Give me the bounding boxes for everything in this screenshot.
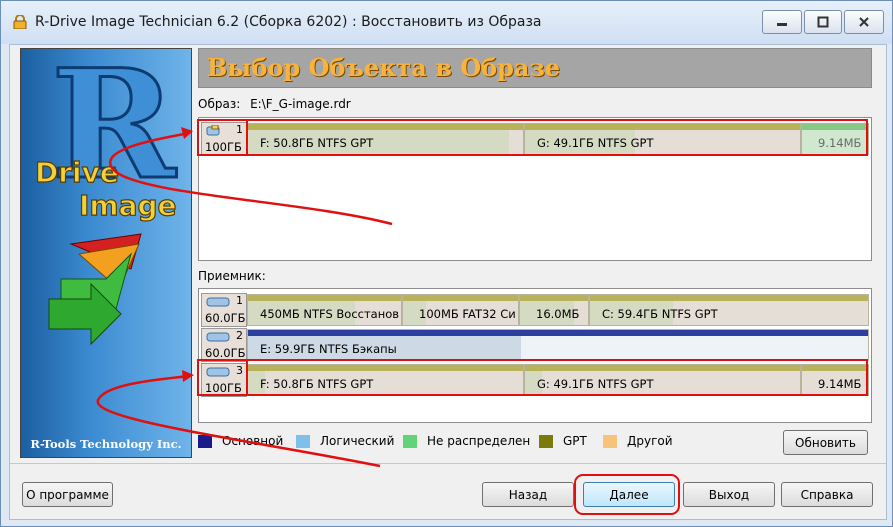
- restore-button[interactable]: [804, 10, 842, 34]
- step-title: Выбор Объекта в Образе: [207, 53, 561, 82]
- target-partition-msr[interactable]: 16.0МБ: [519, 294, 589, 326]
- image-disk-1[interactable]: 1 100ГБ: [201, 122, 247, 156]
- wizard-body: R Drive Image R-Tools Technology Inc. Вы…: [9, 44, 887, 520]
- target-partition-small[interactable]: 9.14МБ Н: [801, 364, 869, 396]
- target-partition-c[interactable]: C: 59.4ГБ NTFS GPT: [589, 294, 869, 326]
- target-disk-1[interactable]: 1 60.0ГБ: [201, 293, 247, 327]
- next-button[interactable]: Далее: [583, 482, 675, 507]
- svg-text:Drive: Drive: [35, 156, 119, 189]
- target-disk-3[interactable]: 3 100ГБ: [201, 363, 247, 397]
- legend-other: Другой: [603, 434, 673, 448]
- target-partition-recovery[interactable]: 450МБ NTFS Восстанов: [247, 294, 402, 326]
- image-label-row: Образ: E:\F_G-image.rdr: [198, 97, 351, 111]
- target-partition-efi[interactable]: 100МБ FAT32 Си: [402, 294, 519, 326]
- minimize-button[interactable]: [762, 10, 802, 34]
- help-button[interactable]: Справка: [781, 482, 873, 507]
- target-disk-2[interactable]: 2 60.0ГБ: [201, 328, 247, 362]
- image-path: E:\F_G-image.rdr: [250, 97, 351, 111]
- image-partition-g[interactable]: G: 49.1ГБ NTFS GPT: [524, 123, 801, 155]
- image-partition-unallocated[interactable]: 9.14МБ Н: [801, 123, 869, 155]
- image-partition-f[interactable]: F: 50.8ГБ NTFS GPT: [247, 123, 524, 155]
- legend-other-swatch: [603, 434, 617, 448]
- legend-primary-swatch: [198, 434, 212, 448]
- hard-disk-icon: [206, 297, 230, 307]
- target-partition-f[interactable]: F: 50.8ГБ NTFS GPT: [247, 364, 524, 396]
- hard-disk-icon: [206, 125, 220, 136]
- close-icon: [859, 17, 869, 27]
- refresh-button[interactable]: Обновить: [783, 430, 868, 455]
- main-window: R-Drive Image Technician 6.2 (Сборка 620…: [0, 0, 893, 527]
- exit-button[interactable]: Выход: [683, 482, 775, 507]
- legend-unallocated-swatch: [403, 434, 417, 448]
- back-button[interactable]: Назад: [482, 482, 574, 507]
- lock-icon: [13, 15, 27, 29]
- hard-disk-icon: [206, 332, 230, 342]
- window-title: R-Drive Image Technician 6.2 (Сборка 620…: [35, 14, 542, 30]
- legend-logical: Логический: [296, 434, 394, 448]
- minimize-icon: [777, 23, 787, 26]
- image-disk-map[interactable]: 1 100ГБ F: 50.8ГБ NTFS GPT G: 49.1ГБ NTF…: [198, 117, 872, 261]
- footer-separator: [10, 463, 886, 464]
- close-button[interactable]: [844, 10, 884, 34]
- hard-disk-icon: [206, 367, 230, 377]
- brand-text: R-Tools Technology Inc.: [30, 437, 182, 451]
- legend-unallocated: Не распределен: [403, 434, 530, 448]
- about-button[interactable]: О программе: [22, 482, 113, 507]
- sidebar-logo-panel: R Drive Image R-Tools Technology Inc.: [20, 48, 192, 458]
- title-bar: R-Drive Image Technician 6.2 (Сборка 620…: [1, 1, 892, 44]
- image-label: Образ:: [198, 97, 241, 111]
- target-label: Приемник:: [198, 269, 266, 283]
- r-drive-image-logo: R Drive Image: [34, 49, 179, 346]
- target-partition-e[interactable]: E: 59.9ГБ NTFS Бэкапы: [247, 329, 869, 361]
- svg-text:Image: Image: [79, 189, 177, 222]
- restore-icon: [817, 16, 829, 28]
- legend-primary: Основной: [198, 434, 283, 448]
- step-header: Выбор Объекта в Образе: [198, 48, 872, 88]
- legend-gpt: GPT: [539, 434, 587, 448]
- target-partition-g[interactable]: G: 49.1ГБ NTFS GPT: [524, 364, 801, 396]
- target-disk-map[interactable]: 1 60.0ГБ 450МБ NTFS Восстанов 100МБ FAT3…: [198, 288, 872, 423]
- legend-logical-swatch: [296, 434, 310, 448]
- legend-gpt-swatch: [539, 434, 553, 448]
